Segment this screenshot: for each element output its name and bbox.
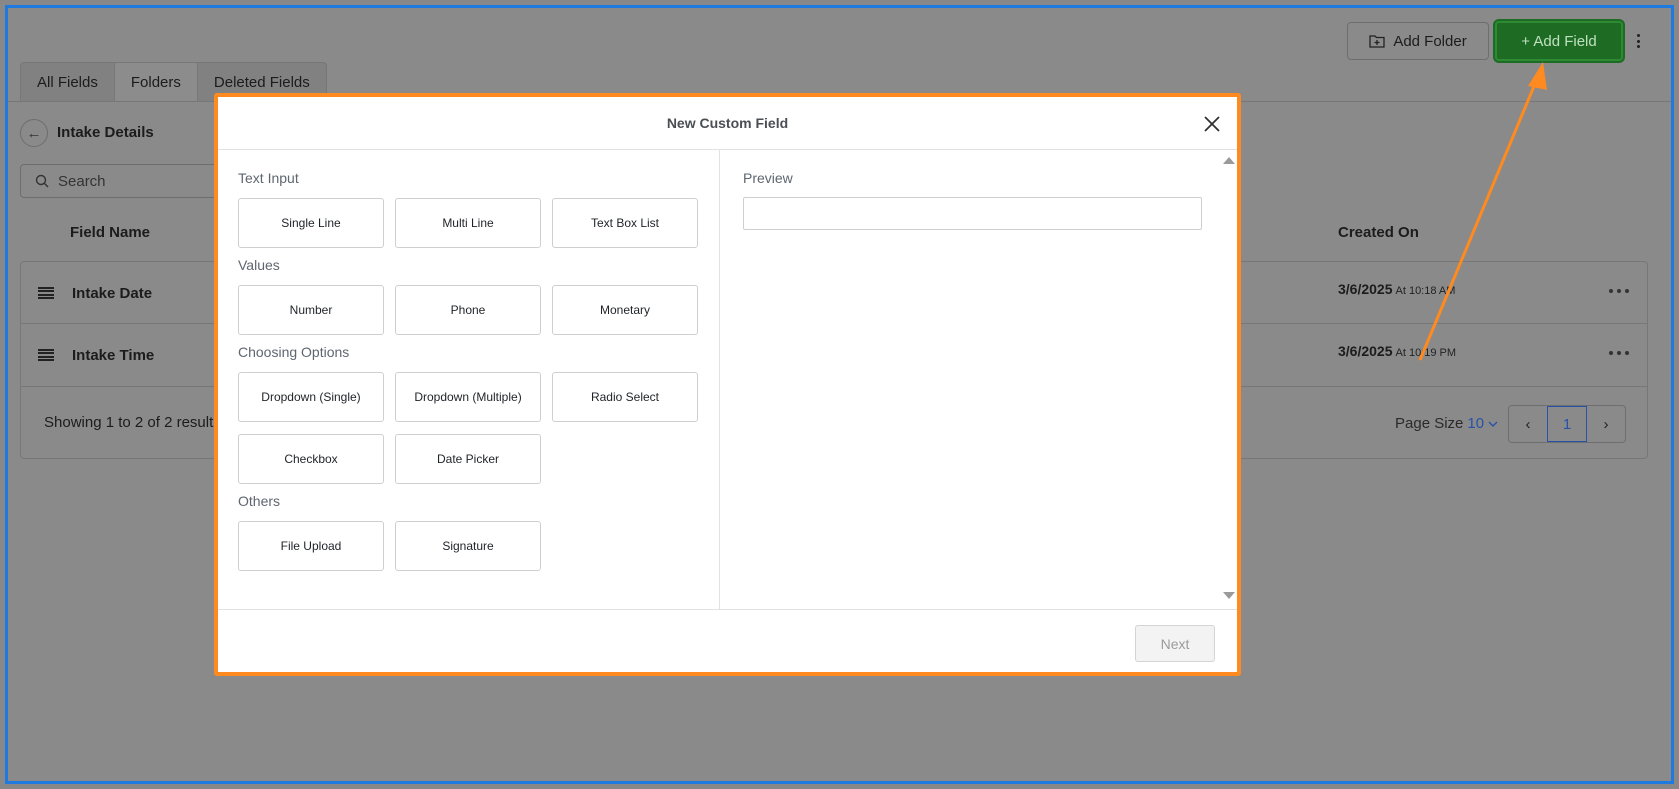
folder-add-icon — [1369, 35, 1385, 48]
add-folder-button[interactable]: Add Folder — [1347, 22, 1489, 60]
page-size-value: 10 — [1467, 415, 1485, 432]
row-time: At 10:18 AM — [1395, 285, 1456, 297]
next-page-icon[interactable]: › — [1587, 406, 1625, 442]
option-dropdown-single[interactable]: Dropdown (Single) — [238, 372, 384, 422]
search-placeholder: Search — [58, 172, 106, 190]
add-folder-label: Add Folder — [1393, 32, 1467, 50]
tab-label: All Fields — [37, 74, 98, 91]
breadcrumb-title: Intake Details — [57, 124, 154, 141]
row-field-name[interactable]: Intake Time — [72, 347, 154, 364]
preview-label: Preview — [743, 170, 793, 186]
row-created-on: 3/6/2025 At 10:18 AM — [1338, 281, 1455, 297]
more-options-icon[interactable] — [1632, 28, 1644, 54]
column-header-field-name[interactable]: Field Name — [70, 224, 150, 241]
row-time: At 10:19 PM — [1395, 347, 1457, 359]
new-custom-field-modal: New Custom Field Text Input Single Line … — [214, 93, 1241, 676]
option-monetary[interactable]: Monetary — [552, 285, 698, 335]
add-field-button[interactable]: + Add Field — [1495, 21, 1623, 61]
modal-footer-divider — [218, 609, 1237, 610]
page-size-label: Page Size — [1395, 415, 1464, 432]
option-number[interactable]: Number — [238, 285, 384, 335]
add-field-label: + Add Field — [1521, 32, 1597, 50]
option-multi-line[interactable]: Multi Line — [395, 198, 541, 248]
page-size-select[interactable]: Page Size 10 — [1395, 415, 1498, 432]
column-header-created-on[interactable]: Created On — [1338, 224, 1419, 241]
option-phone[interactable]: Phone — [395, 285, 541, 335]
current-page[interactable]: 1 — [1547, 406, 1587, 442]
option-file-upload[interactable]: File Upload — [238, 521, 384, 571]
section-others: Others — [238, 493, 281, 509]
row-date: 3/6/2025 — [1338, 343, 1393, 359]
results-summary: Showing 1 to 2 of 2 results — [44, 414, 221, 431]
section-values: Values — [238, 257, 280, 273]
tab-label: Folders — [130, 74, 181, 91]
close-icon[interactable] — [1201, 113, 1223, 135]
option-single-line[interactable]: Single Line — [238, 198, 384, 248]
search-input[interactable]: Search — [20, 164, 220, 198]
preview-field[interactable] — [743, 197, 1202, 230]
option-signature[interactable]: Signature — [395, 521, 541, 571]
row-field-name[interactable]: Intake Date — [72, 285, 152, 302]
modal-title: New Custom Field — [666, 115, 789, 131]
prev-page-icon[interactable]: ‹ — [1509, 406, 1547, 442]
row-created-on: 3/6/2025 At 10:19 PM — [1338, 343, 1456, 359]
scroll-down-arrow-icon[interactable] — [1223, 592, 1235, 599]
back-arrow-icon[interactable]: ← — [20, 119, 48, 147]
chevron-down-icon — [1488, 421, 1498, 427]
drag-handle-icon[interactable] — [38, 287, 54, 299]
option-checkbox[interactable]: Checkbox — [238, 434, 384, 484]
section-text-input: Text Input — [238, 170, 299, 186]
option-dropdown-multiple[interactable]: Dropdown (Multiple) — [395, 372, 541, 422]
search-icon — [35, 174, 49, 188]
tab-folders[interactable]: Folders — [114, 63, 198, 102]
option-radio-select[interactable]: Radio Select — [552, 372, 698, 422]
row-more-icon[interactable] — [1609, 289, 1629, 293]
tab-all-fields[interactable]: All Fields — [21, 63, 115, 102]
scroll-up-arrow-icon[interactable] — [1223, 157, 1235, 164]
row-date: 3/6/2025 — [1338, 281, 1393, 297]
pagination: ‹ 1 › — [1508, 405, 1626, 443]
section-choosing-options: Choosing Options — [238, 344, 350, 360]
option-text-box-list[interactable]: Text Box List — [552, 198, 698, 248]
drag-handle-icon[interactable] — [38, 349, 54, 361]
option-date-picker[interactable]: Date Picker — [395, 434, 541, 484]
next-button[interactable]: Next — [1135, 625, 1215, 662]
tab-label: Deleted Fields — [213, 74, 310, 91]
row-more-icon[interactable] — [1609, 351, 1629, 355]
